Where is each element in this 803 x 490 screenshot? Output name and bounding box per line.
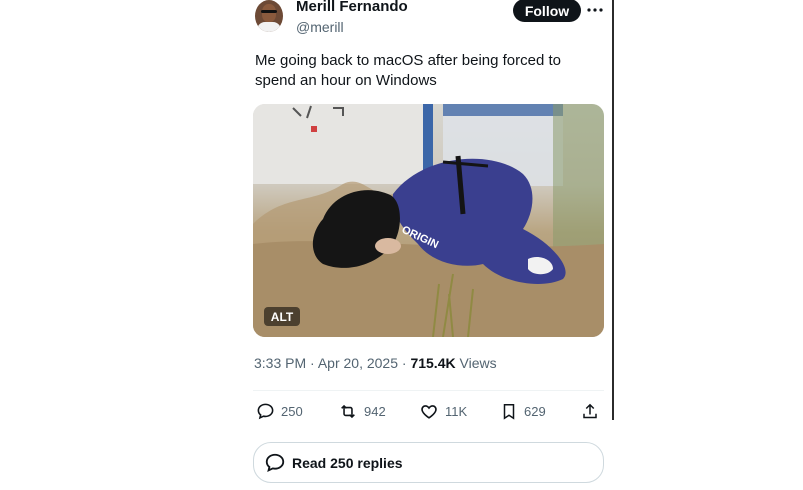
read-replies-label: Read 250 replies [292,454,403,471]
reply-count: 250 [281,404,303,419]
reply-bubble-icon [265,453,285,472]
repost-count: 942 [364,404,386,419]
like-button[interactable]: 11K [419,402,467,421]
divider [253,390,604,391]
views-label: Views [459,355,497,371]
heart-icon [421,405,437,419]
tweet-media[interactable]: ORIGIN ALT [253,104,604,337]
read-replies-button[interactable]: Read 250 replies [253,442,604,483]
tweet-meta: 3:33 PM · Apr 20, 2025 · 715.4K Views [254,355,497,371]
author-handle[interactable]: @merill [296,19,344,35]
follow-button[interactable]: Follow [513,0,581,22]
share-icon [583,403,597,419]
media-photo: ORIGIN [253,104,604,337]
bookmark-button[interactable]: 629 [500,402,546,421]
like-count: 11K [445,404,468,419]
alt-badge[interactable]: ALT [264,307,300,326]
tweet-time[interactable]: 3:33 PM [254,355,306,371]
tweet-text: Me going back to macOS after being force… [255,52,561,89]
avatar[interactable] [255,0,283,32]
share-button[interactable] [581,402,599,421]
timeline-border [612,0,614,420]
reply-icon [257,403,274,420]
meta-dot: · [401,355,407,371]
tweet-date[interactable]: Apr 20, 2025 [318,355,398,371]
repost-icon [341,404,355,419]
bookmark-count: 629 [524,404,546,419]
bookmark-icon [503,404,515,420]
more-icon[interactable] [585,0,605,20]
views-count: 715.4K [410,355,456,371]
repost-button[interactable]: 942 [338,402,386,421]
reply-button[interactable]: 250 [256,402,303,421]
meta-dot: · [310,355,315,371]
author-name[interactable]: Merill Fernando [296,0,408,15]
